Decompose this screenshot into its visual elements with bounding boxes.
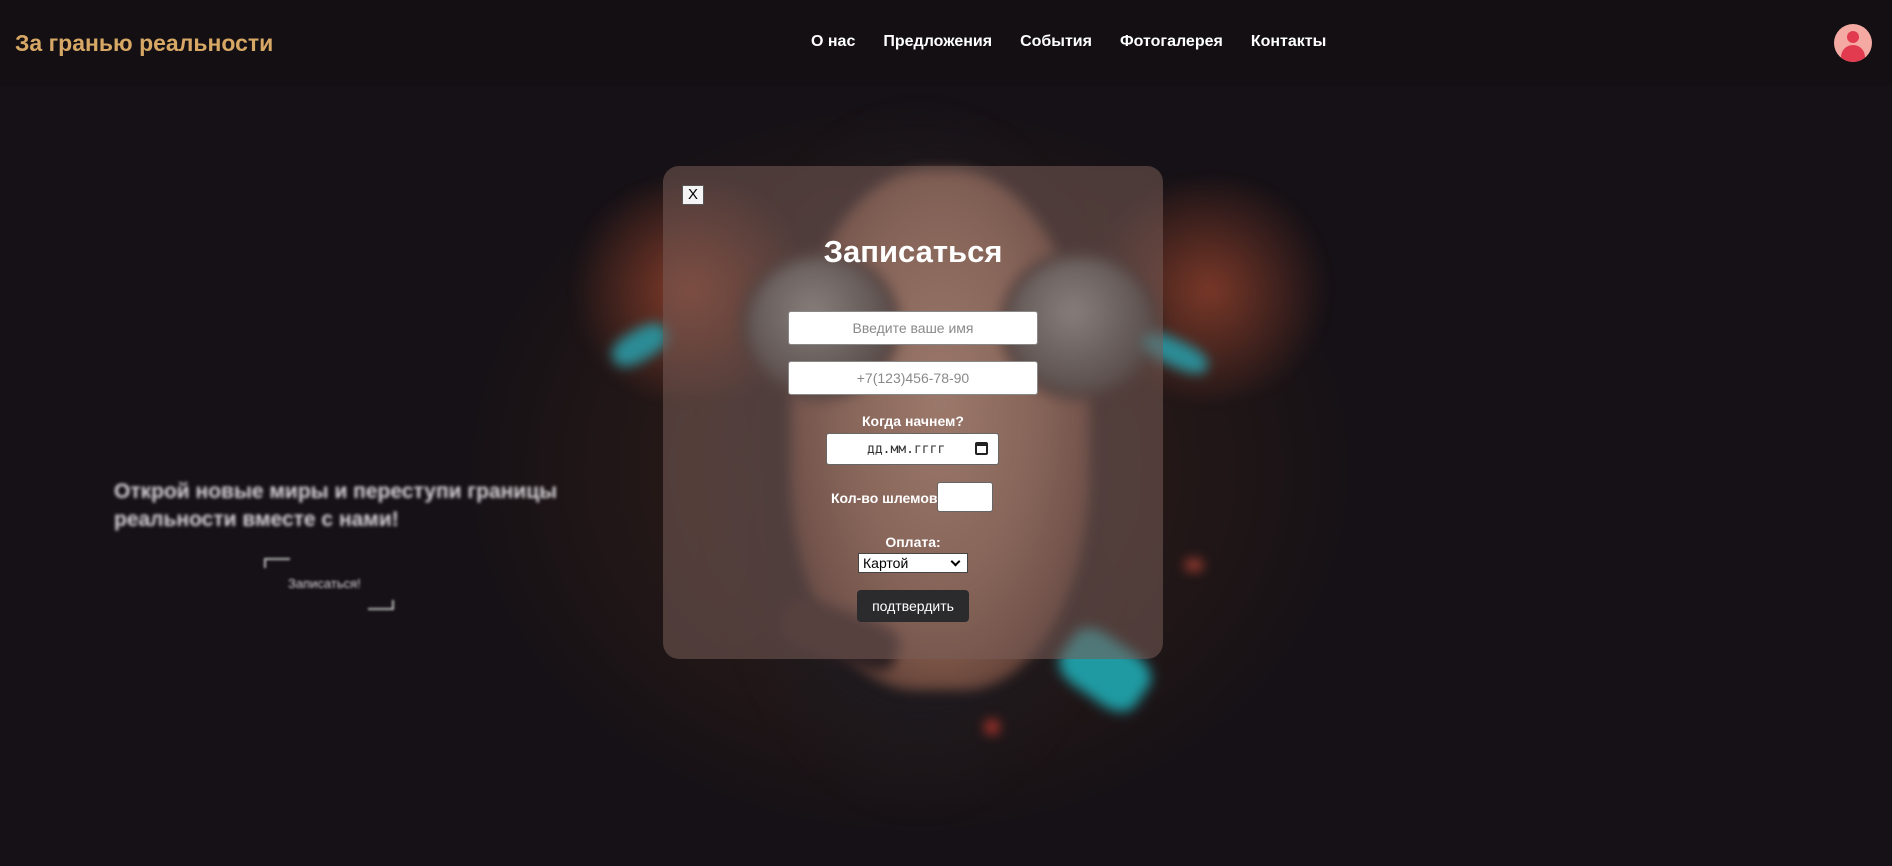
user-avatar-icon[interactable] <box>1834 24 1872 62</box>
chevron-down-icon <box>950 556 961 567</box>
helmets-count-input[interactable] <box>937 482 993 512</box>
phone-input[interactable] <box>788 361 1038 395</box>
avatar-body <box>1841 45 1865 62</box>
date-placeholder: дд.мм.гггг <box>867 442 946 457</box>
hero-art-dot <box>985 720 999 734</box>
corner-bracket <box>264 558 290 568</box>
nav-link-contacts[interactable]: Контакты <box>1251 33 1326 51</box>
hero-signup-label: Записаться! <box>288 576 361 591</box>
payment-label: Оплата: <box>885 534 941 550</box>
corner-bracket <box>368 600 394 610</box>
site-header: За гранью реальности О нас Предложения С… <box>0 0 1892 86</box>
nav-link-gallery[interactable]: Фотогалерея <box>1120 33 1223 51</box>
nav-link-about[interactable]: О нас <box>811 33 855 51</box>
hero-tagline: Открой новые миры и переступи границы ре… <box>114 480 558 531</box>
modal-title: Записаться <box>823 234 1003 269</box>
date-label: Когда начнем? <box>862 413 964 429</box>
date-input[interactable]: дд.мм.гггг <box>826 433 999 465</box>
hero-art-dot <box>1185 560 1203 570</box>
nav-link-events[interactable]: События <box>1020 33 1092 51</box>
name-input[interactable] <box>788 311 1038 345</box>
signup-modal: X Записаться Когда начнем? дд.мм.гггг Ко… <box>663 166 1163 659</box>
payment-select[interactable]: Картой <box>858 553 968 573</box>
hero-signup-button[interactable]: Записаться! <box>264 558 394 610</box>
close-button[interactable]: X <box>682 185 704 205</box>
main-nav: О нас Предложения События Фотогалерея Ко… <box>811 33 1354 51</box>
payment-selected-value: Картой <box>863 555 909 571</box>
calendar-icon[interactable] <box>975 442 988 455</box>
site-logo[interactable]: За гранью реальности <box>15 30 273 57</box>
submit-button[interactable]: подтвердить <box>857 590 969 622</box>
avatar-head <box>1847 31 1859 43</box>
nav-link-offers[interactable]: Предложения <box>883 33 992 51</box>
helmets-label: Кол-во шлемов: <box>831 490 943 506</box>
